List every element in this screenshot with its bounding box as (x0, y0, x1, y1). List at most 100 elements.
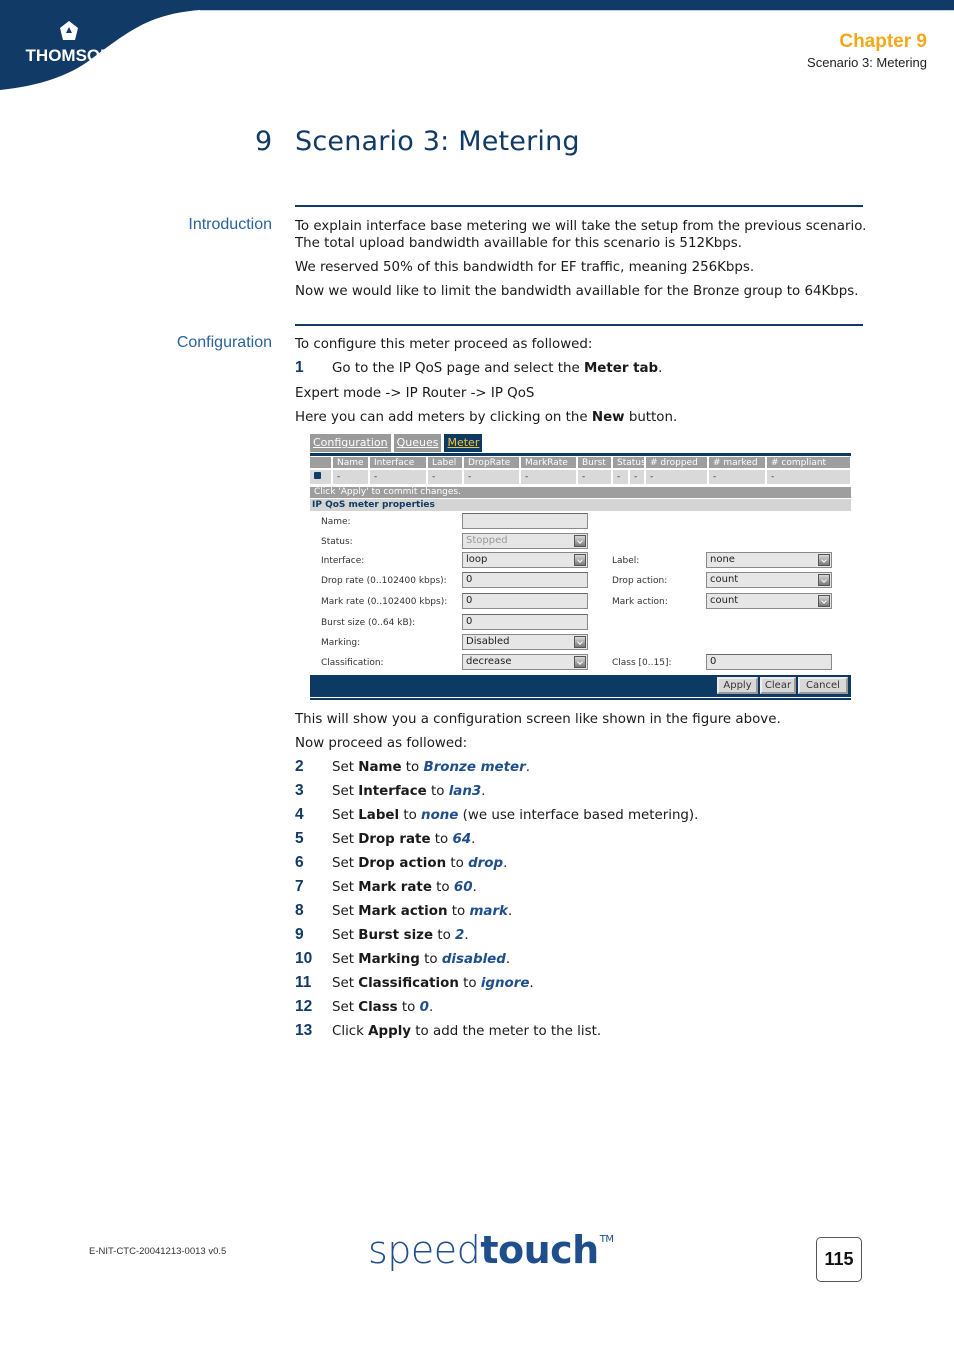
step-rest: . (472, 880, 477, 895)
step-text: Set Classification to ignore. (332, 975, 534, 992)
step-to: to (399, 808, 422, 823)
clear-button[interactable]: Clear (760, 677, 796, 694)
tab-queues[interactable]: Queues (393, 434, 442, 452)
marking-select[interactable]: Disabled (462, 634, 588, 650)
step-verb: Set (332, 904, 359, 919)
col-header-compliant[interactable]: # compliant (766, 457, 852, 469)
introduction-heading: Introduction (188, 216, 272, 233)
table-row[interactable]: - - - - - - - - - - - (310, 468, 852, 484)
meter-table: Name Interface Label DropRate MarkRate B… (310, 457, 852, 484)
document-id: E-NIT-CTC-20041213-0013 v0.5 (89, 1246, 227, 1257)
step-text-pre: Go to the IP QoS page and select the (332, 361, 584, 376)
proceed-text: Now proceed as followed: (295, 736, 468, 751)
step-verb: Set (332, 856, 359, 871)
step-field: Apply (368, 1024, 412, 1039)
step-field: Marking (358, 952, 420, 967)
step-to: to (426, 784, 449, 799)
cell: - (463, 468, 521, 484)
step-verb: Set (332, 832, 359, 847)
cancel-button[interactable]: Cancel (798, 677, 848, 694)
step-number: 11 (295, 974, 312, 991)
step-number: 6 (295, 854, 304, 871)
cell: - (612, 468, 630, 484)
mark-rate-input[interactable]: 0 (462, 593, 588, 609)
step-text: Set Drop rate to 64. (332, 831, 475, 848)
step-verb: Set (332, 760, 359, 775)
intro-line-1: To explain interface base metering we wi… (295, 219, 867, 234)
apply-button[interactable]: Apply (717, 677, 758, 694)
step-field: Classification (358, 976, 459, 991)
col-header-name[interactable]: Name (332, 457, 370, 469)
step-number: 2 (295, 758, 304, 775)
step-to: to (447, 904, 470, 919)
step-field: Class (358, 1000, 398, 1015)
step-value: 60 (453, 880, 473, 895)
burst-size-input[interactable]: 0 (462, 614, 588, 630)
step-rest: (we use interface based metering). (458, 808, 699, 823)
classification-select[interactable]: decrease (462, 654, 588, 670)
step-verb: Set (332, 880, 359, 895)
chevron-down-icon (818, 574, 830, 586)
row-select-cell[interactable] (310, 468, 333, 484)
col-header-dropped[interactable]: # dropped (645, 457, 709, 469)
label-select[interactable]: none (706, 552, 832, 568)
status-value: Stopped (466, 535, 508, 546)
step-text: Set Interface to lan3. (332, 783, 485, 800)
step-number: 9 (295, 926, 304, 943)
step-rest: . (505, 952, 511, 967)
marking-value: Disabled (466, 636, 510, 647)
col-header (310, 457, 333, 469)
step-rest: . (529, 976, 534, 991)
row-select-icon[interactable] (314, 472, 321, 479)
section-divider (295, 205, 863, 207)
step-text: Set Drop action to drop. (332, 855, 507, 872)
drop-rate-input[interactable]: 0 (462, 572, 588, 588)
mark-action-value: count (710, 595, 739, 606)
step-value: disabled (441, 952, 506, 967)
tab-meter[interactable]: Meter (444, 434, 483, 452)
mark-action-select[interactable]: count (706, 593, 832, 609)
step-text: Set Marking to disabled. (332, 951, 510, 968)
col-header-label[interactable]: Label (427, 457, 464, 469)
configuration-heading: Configuration (176, 334, 272, 351)
ip-qos-meter-screenshot: Configuration Queues Meter Name Interfac… (310, 434, 852, 700)
step-field: Mark rate (358, 880, 432, 895)
trademark: TM (599, 1234, 614, 1245)
step-rest: . (507, 904, 513, 919)
col-header-interface[interactable]: Interface (369, 457, 428, 469)
status-select[interactable]: Stopped (462, 533, 588, 549)
step-number: 7 (295, 878, 304, 895)
tab-bar: Configuration Queues Meter (310, 434, 483, 454)
chevron-down-icon (818, 554, 830, 566)
step-text: Set Class to 0. (332, 999, 433, 1016)
chevron-down-icon (818, 595, 830, 607)
section-divider (295, 324, 863, 326)
classification-label: Classification: (321, 658, 384, 668)
step-to: to (419, 952, 442, 967)
class-input[interactable]: 0 (706, 654, 832, 670)
intro-line-3: We reserved 50% of this bandwidth for EF… (295, 260, 755, 275)
interface-select[interactable]: loop (462, 552, 588, 568)
speedtouch-logo: speedtouchTM (368, 1228, 614, 1272)
name-input[interactable] (462, 513, 588, 529)
col-header-markrate[interactable]: MarkRate (520, 457, 578, 469)
step-to: to (430, 832, 453, 847)
title-text: Scenario 3: Metering (295, 126, 580, 157)
drop-action-select[interactable]: count (706, 572, 832, 588)
chapter-label: Chapter 9 (839, 31, 927, 52)
step-value: lan3 (448, 784, 482, 799)
chapter-number: 9 (255, 126, 273, 157)
col-header-burst[interactable]: Burst (577, 457, 613, 469)
step-text: Set Burst size to 2. (332, 927, 469, 944)
navigation-path: Expert mode -> IP Router -> IP QoS (295, 386, 535, 401)
tab-configuration[interactable]: Configuration (310, 434, 391, 452)
col-header-marked[interactable]: # marked (708, 457, 767, 469)
classification-value: decrease (466, 656, 512, 667)
thomson-emblem-icon (60, 21, 78, 40)
step-number: 10 (295, 950, 313, 967)
col-header-droprate[interactable]: DropRate (463, 457, 521, 469)
step-rest: . (481, 784, 486, 799)
step-value: 64 (452, 832, 472, 847)
col-header-status[interactable]: Status (612, 457, 646, 469)
step-to: to (401, 760, 424, 775)
